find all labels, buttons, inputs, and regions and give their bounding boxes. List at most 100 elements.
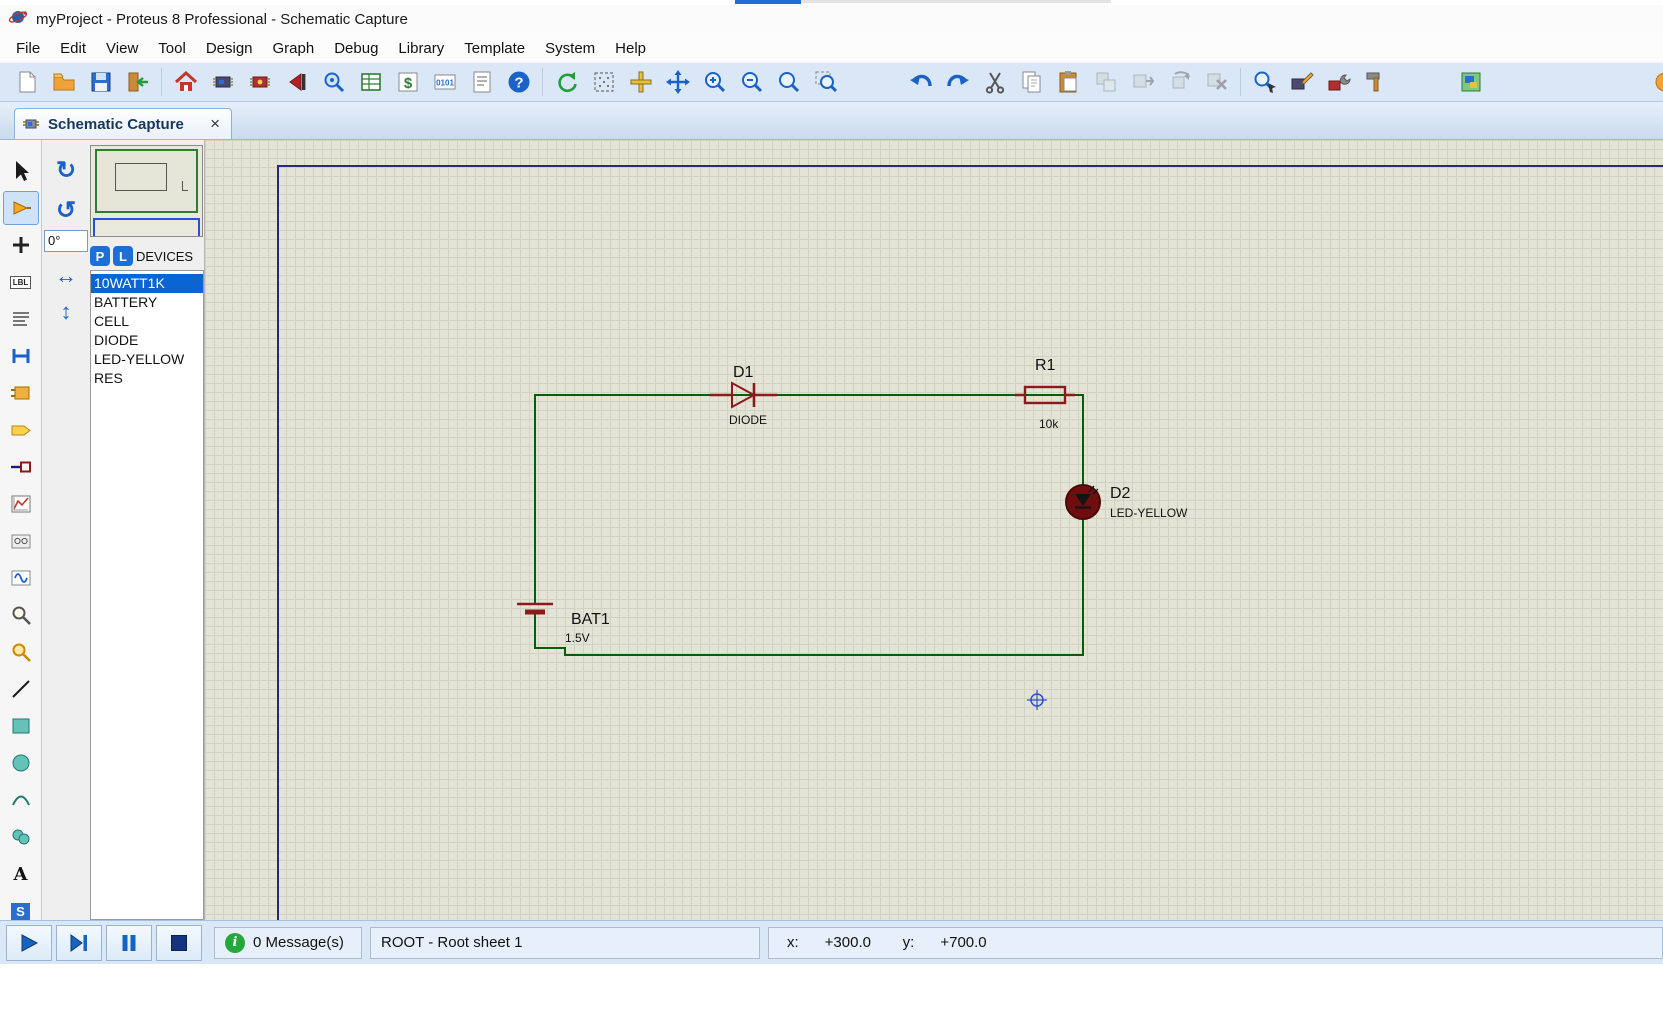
schematic-canvas[interactable]: D1 DIODE R1 10k D2 LED-YELLOW	[205, 140, 1663, 920]
svg-text:D2: D2	[1110, 485, 1131, 502]
play-button[interactable]	[6, 925, 52, 961]
tape-recorder-mode-button[interactable]	[3, 524, 39, 558]
overview-pane[interactable]	[90, 145, 203, 237]
pick-parts-button[interactable]	[1246, 65, 1283, 99]
rotation-angle-field[interactable]: 0°	[44, 230, 88, 252]
source-code-module-button[interactable]: 0101	[426, 65, 463, 99]
device-list-item[interactable]: LED-YELLOW	[91, 350, 203, 369]
menu-debug[interactable]: Debug	[324, 37, 388, 60]
block-move-button[interactable]	[1124, 65, 1161, 99]
line-2d-button[interactable]	[3, 672, 39, 706]
save-project-button[interactable]	[82, 65, 119, 99]
text-script-mode-button[interactable]	[3, 302, 39, 336]
tab-close-icon[interactable]: ×	[207, 114, 223, 134]
make-device-button[interactable]	[1283, 65, 1320, 99]
block-rotate-icon	[1167, 69, 1193, 95]
device-list-item[interactable]: DIODE	[91, 331, 203, 350]
import-project-button[interactable]	[119, 65, 156, 99]
menu-tool[interactable]: Tool	[148, 37, 196, 60]
packaging-tool-button[interactable]	[1320, 65, 1357, 99]
project-costing-button[interactable]: $	[389, 65, 426, 99]
menu-view[interactable]: View	[96, 37, 148, 60]
pause-button[interactable]	[106, 925, 152, 961]
project-notes-button[interactable]	[463, 65, 500, 99]
text-2d-button[interactable]: A	[3, 857, 39, 891]
zoom-all-button[interactable]	[770, 65, 807, 99]
component-bat1-battery[interactable]: BAT1 1.5V	[517, 604, 610, 645]
stop-button[interactable]	[156, 925, 202, 961]
menu-edit[interactable]: Edit	[50, 37, 96, 60]
generator-mode-button[interactable]	[3, 561, 39, 595]
zoom-in-button[interactable]	[696, 65, 733, 99]
step-button[interactable]	[56, 925, 102, 961]
subcircuit-mode-button[interactable]	[3, 376, 39, 410]
rotate-anticlockwise-button[interactable]: ↺	[48, 192, 84, 228]
pick-devices-button[interactable]: P	[90, 246, 110, 266]
origin-button[interactable]	[622, 65, 659, 99]
decompose-button[interactable]	[1357, 65, 1394, 99]
redo-button[interactable]	[939, 65, 976, 99]
path-2d-button[interactable]	[3, 820, 39, 854]
copy-button[interactable]	[1013, 65, 1050, 99]
block-rotate-button[interactable]	[1161, 65, 1198, 99]
mirror-horizontal-button[interactable]: ↔	[50, 260, 82, 292]
device-list-item[interactable]: RES	[91, 369, 203, 388]
undo-button[interactable]	[902, 65, 939, 99]
component-mode-button[interactable]	[3, 191, 39, 225]
symbols-2d-button[interactable]: S	[3, 894, 39, 920]
menu-design[interactable]: Design	[196, 37, 263, 60]
arc-2d-button[interactable]	[3, 783, 39, 817]
visualizer-3d-module-button[interactable]	[278, 65, 315, 99]
wire-label-mode-button[interactable]: LBL	[3, 265, 39, 299]
selection-mode-button[interactable]	[3, 154, 39, 188]
clipped-toolbar-button[interactable]	[1646, 65, 1663, 99]
pcb-layout-module-button[interactable]	[241, 65, 278, 99]
cut-button[interactable]	[976, 65, 1013, 99]
new-project-button[interactable]	[8, 65, 45, 99]
box-2d-button[interactable]	[3, 709, 39, 743]
menu-help[interactable]: Help	[605, 37, 656, 60]
bom-module-button[interactable]	[352, 65, 389, 99]
text-script-icon	[9, 307, 33, 331]
visual-designer-button[interactable]	[1452, 65, 1489, 99]
current-probe-mode-button[interactable]	[3, 635, 39, 669]
mirror-vertical-button[interactable]: ↕	[50, 296, 82, 328]
redraw-button[interactable]	[548, 65, 585, 99]
tab-schematic-capture[interactable]: Schematic Capture ×	[14, 108, 232, 139]
menu-library[interactable]: Library	[388, 37, 454, 60]
device-list-item[interactable]: 10WATT1K	[91, 274, 203, 293]
svg-text:$: $	[403, 75, 412, 92]
block-delete-button[interactable]	[1198, 65, 1235, 99]
pan-button[interactable]	[659, 65, 696, 99]
wire-net[interactable]	[535, 395, 1083, 655]
generator-icon	[9, 566, 33, 590]
voltage-probe-mode-button[interactable]	[3, 598, 39, 632]
design-explorer-button[interactable]	[315, 65, 352, 99]
menu-graph[interactable]: Graph	[263, 37, 325, 60]
terminals-mode-button[interactable]	[3, 413, 39, 447]
menu-file[interactable]: File	[6, 37, 50, 60]
graph-mode-button[interactable]	[3, 487, 39, 521]
menu-template[interactable]: Template	[454, 37, 535, 60]
device-pins-mode-button[interactable]	[3, 450, 39, 484]
junction-dot-mode-button[interactable]	[3, 228, 39, 262]
schematic-capture-module-button[interactable]	[204, 65, 241, 99]
grid-toggle-button[interactable]	[585, 65, 622, 99]
paste-button[interactable]	[1050, 65, 1087, 99]
component-d2-led[interactable]: D2 LED-YELLOW	[1066, 485, 1188, 520]
svg-text:BAT1: BAT1	[571, 611, 610, 628]
zoom-out-button[interactable]	[733, 65, 770, 99]
help-button[interactable]: ?	[500, 65, 537, 99]
circle-2d-button[interactable]	[3, 746, 39, 780]
open-project-button[interactable]	[45, 65, 82, 99]
home-page-button[interactable]	[167, 65, 204, 99]
library-manager-button[interactable]: L	[113, 246, 133, 266]
block-copy-button[interactable]	[1087, 65, 1124, 99]
device-list-item[interactable]: BATTERY	[91, 293, 203, 312]
rotate-clockwise-button[interactable]: ↻	[48, 152, 84, 188]
menu-system[interactable]: System	[535, 37, 605, 60]
buses-mode-button[interactable]	[3, 339, 39, 373]
device-list-item[interactable]: CELL	[91, 312, 203, 331]
message-panel[interactable]: i 0 Message(s)	[214, 927, 362, 959]
zoom-area-button[interactable]	[807, 65, 844, 99]
